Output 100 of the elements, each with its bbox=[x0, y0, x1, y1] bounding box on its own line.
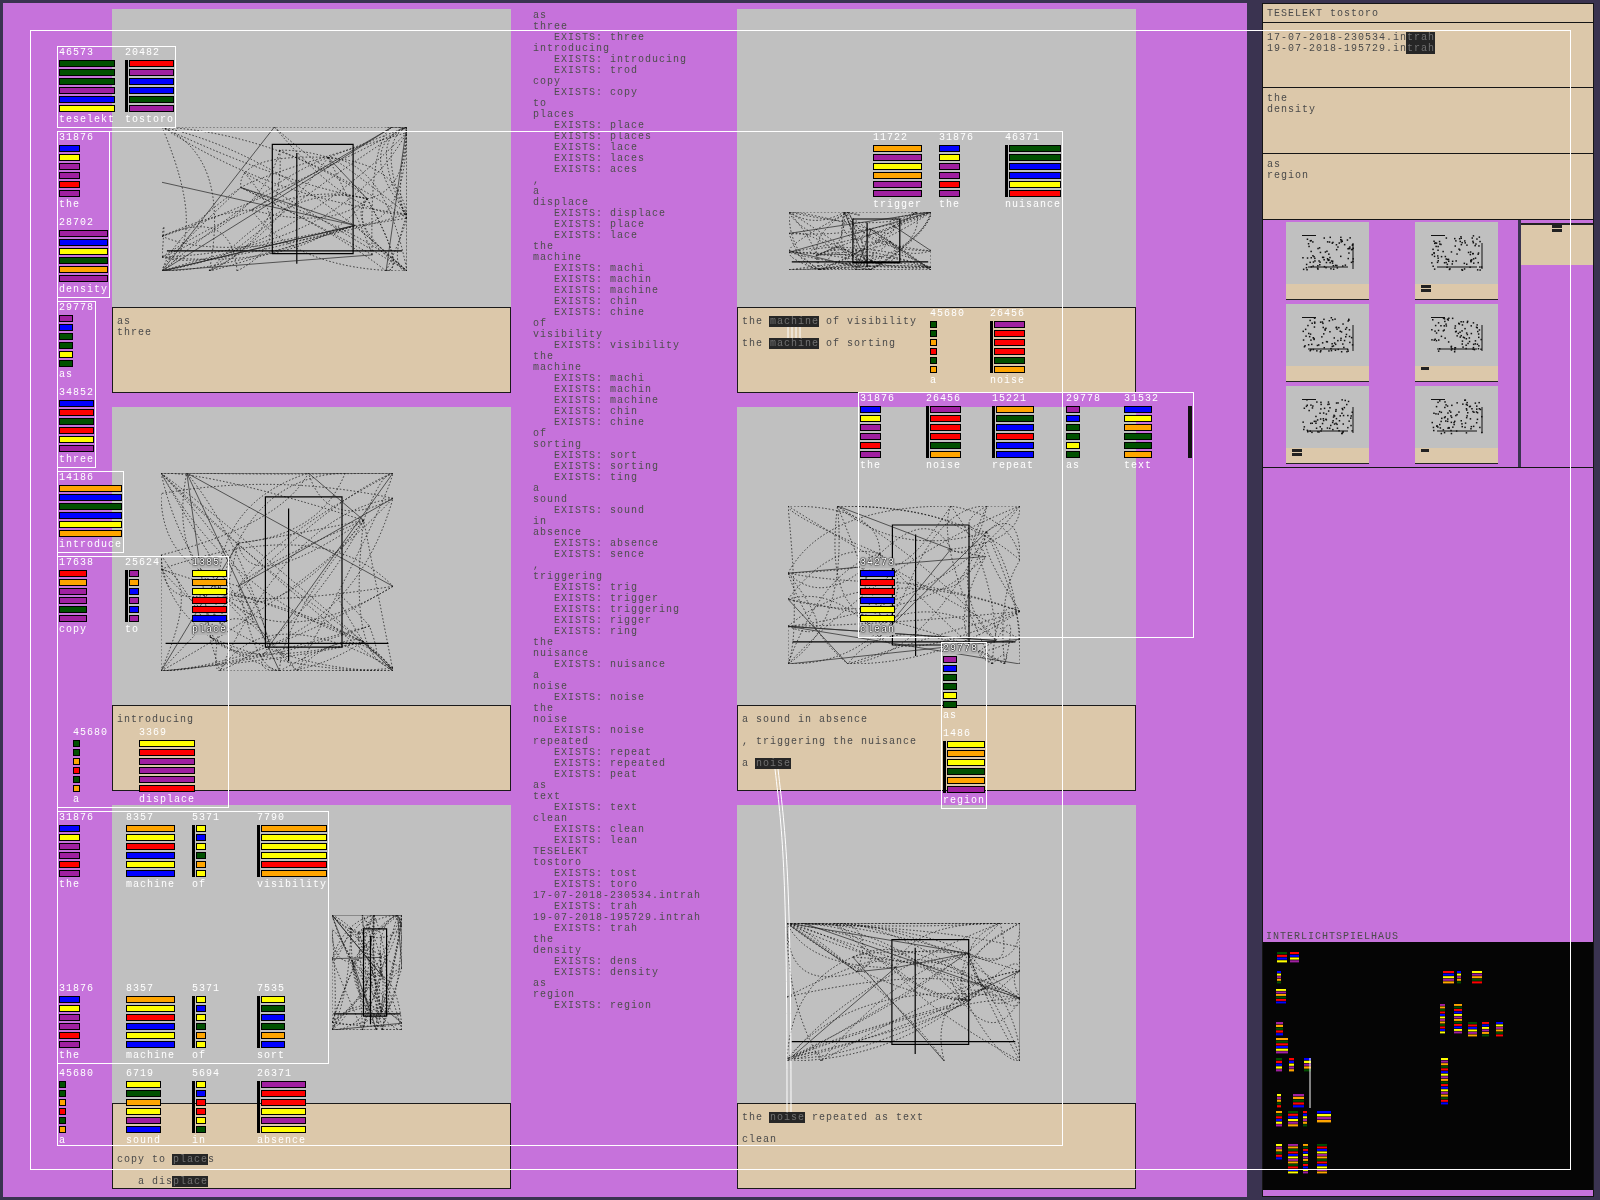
scatter-drawing bbox=[1430, 235, 1483, 271]
log-word: the bbox=[533, 351, 554, 362]
log-entry: EXISTS: aces bbox=[554, 164, 638, 175]
log-entry: EXISTS: chine bbox=[554, 307, 645, 318]
info-text: 17-07-2018-230534.in trah bbox=[1267, 32, 1436, 43]
count-label: 5371 bbox=[192, 984, 220, 994]
caption-text: a noise bbox=[742, 758, 792, 769]
log-entry: EXISTS: ring bbox=[554, 626, 638, 637]
info-text: region bbox=[1267, 170, 1309, 181]
count-label: 5694 bbox=[192, 1069, 220, 1079]
log-entry: EXISTS: machi bbox=[554, 373, 645, 384]
word-label: as bbox=[1066, 461, 1080, 471]
log-word: as bbox=[533, 978, 547, 989]
log-entry: EXISTS: places bbox=[554, 131, 652, 142]
count-label: 46573 bbox=[59, 48, 94, 58]
count-label: 34273 bbox=[860, 558, 895, 568]
log-word: triggering bbox=[533, 571, 603, 582]
log-entry: EXISTS: machin bbox=[554, 274, 652, 285]
count-label: 31876 bbox=[939, 133, 974, 143]
log-entry: EXISTS: repeat bbox=[554, 747, 652, 758]
log-word: copy bbox=[533, 76, 561, 87]
count-label: 14186 bbox=[59, 473, 94, 483]
count-label: 45680 bbox=[930, 309, 965, 319]
log-word: introducing bbox=[533, 43, 610, 54]
log-word: , bbox=[533, 560, 540, 571]
log-entry: EXISTS: nuisance bbox=[554, 659, 666, 670]
map-title: INTERLICHTSPIELHAUS bbox=[1265, 932, 1400, 942]
count-label: 7535 bbox=[257, 984, 285, 994]
log-word: noise bbox=[533, 714, 568, 725]
log-word: 17-07-2018-230534.intrah bbox=[533, 890, 702, 901]
log-entry: EXISTS: trah bbox=[554, 901, 638, 912]
log-entry: EXISTS: machin bbox=[554, 384, 652, 395]
log-word: a bbox=[533, 670, 540, 681]
log-entry: EXISTS: trod bbox=[554, 65, 638, 76]
count-label: 26456 bbox=[926, 394, 961, 404]
log-word: in bbox=[533, 516, 547, 527]
word-label: machine bbox=[126, 880, 175, 890]
count-label: 8357 bbox=[126, 813, 154, 823]
log-word: sound bbox=[533, 494, 568, 505]
word-label: three bbox=[59, 455, 94, 465]
log-word: the bbox=[533, 637, 554, 648]
log-entry: EXISTS: absence bbox=[554, 538, 659, 549]
log-entry: EXISTS: lean bbox=[554, 835, 638, 846]
scatter-drawing bbox=[1430, 399, 1483, 435]
word-label: as bbox=[943, 711, 957, 721]
log-word: region bbox=[533, 989, 575, 1000]
info-text: density bbox=[1267, 104, 1316, 115]
word-label: copy bbox=[59, 625, 87, 635]
log-entry: EXISTS: repeated bbox=[554, 758, 666, 769]
count-label: 7790 bbox=[257, 813, 285, 823]
log-word: visibility bbox=[533, 329, 603, 340]
word-label: place bbox=[192, 625, 227, 635]
word-label: trigger bbox=[873, 200, 922, 210]
caption-text: a sound in absence bbox=[742, 714, 869, 725]
word-label: density bbox=[59, 285, 108, 295]
log-word: displace bbox=[533, 197, 589, 208]
count-label: 29778 bbox=[59, 303, 94, 313]
count-label: 6719 bbox=[126, 1069, 154, 1079]
log-entry: EXISTS: triggering bbox=[554, 604, 681, 615]
log-entry: EXISTS: machine bbox=[554, 395, 659, 406]
log-word: repeated bbox=[533, 736, 589, 747]
scatter-drawing bbox=[1430, 317, 1483, 353]
caption-text: the noise repeated as text bbox=[742, 1112, 925, 1123]
word-label: displace bbox=[139, 795, 195, 805]
log-word: machine bbox=[533, 252, 582, 263]
log-word: the bbox=[533, 703, 554, 714]
log-word: machine bbox=[533, 362, 582, 373]
log-entry: EXISTS: machine bbox=[554, 285, 659, 296]
log-entry: EXISTS: sound bbox=[554, 505, 645, 516]
log-word: text bbox=[533, 791, 561, 802]
count-label: 45680 bbox=[59, 1069, 94, 1079]
sidebar-title: TESELEKT tostoro bbox=[1263, 4, 1593, 23]
log-entry: EXISTS: visibility bbox=[554, 340, 681, 351]
word-label: a bbox=[930, 376, 937, 386]
count-label: 34852 bbox=[59, 388, 94, 398]
count-label: 20482 bbox=[125, 48, 160, 58]
log-word: 19-07-2018-195729.intrah bbox=[533, 912, 702, 923]
word-label: visibility bbox=[257, 880, 327, 890]
caption-text: three bbox=[117, 327, 152, 338]
log-entry: EXISTS: trig bbox=[554, 582, 638, 593]
double-dash-icon bbox=[1292, 449, 1302, 456]
count-label: 29778 bbox=[1066, 394, 1101, 404]
word-label: machine bbox=[126, 1051, 175, 1061]
log-entry: EXISTS: sence bbox=[554, 549, 645, 560]
word-label: sort bbox=[257, 1051, 285, 1061]
count-label: 5371 bbox=[192, 813, 220, 823]
log-word: of bbox=[533, 428, 547, 439]
log-entry: EXISTS: sort bbox=[554, 450, 638, 461]
word-label: a bbox=[59, 1136, 66, 1146]
log-entry: EXISTS: text bbox=[554, 802, 638, 813]
log-entry: EXISTS: copy bbox=[554, 87, 638, 98]
log-word: a bbox=[533, 483, 540, 494]
count-label: 26371 bbox=[257, 1069, 292, 1079]
log-word: to bbox=[533, 98, 547, 109]
info-text: the bbox=[1267, 93, 1288, 104]
log-word: places bbox=[533, 109, 575, 120]
scatter-drawing bbox=[1301, 235, 1354, 271]
log-entry: EXISTS: ting bbox=[554, 472, 638, 483]
log-word: sorting bbox=[533, 439, 582, 450]
word-label: absence bbox=[257, 1136, 306, 1146]
